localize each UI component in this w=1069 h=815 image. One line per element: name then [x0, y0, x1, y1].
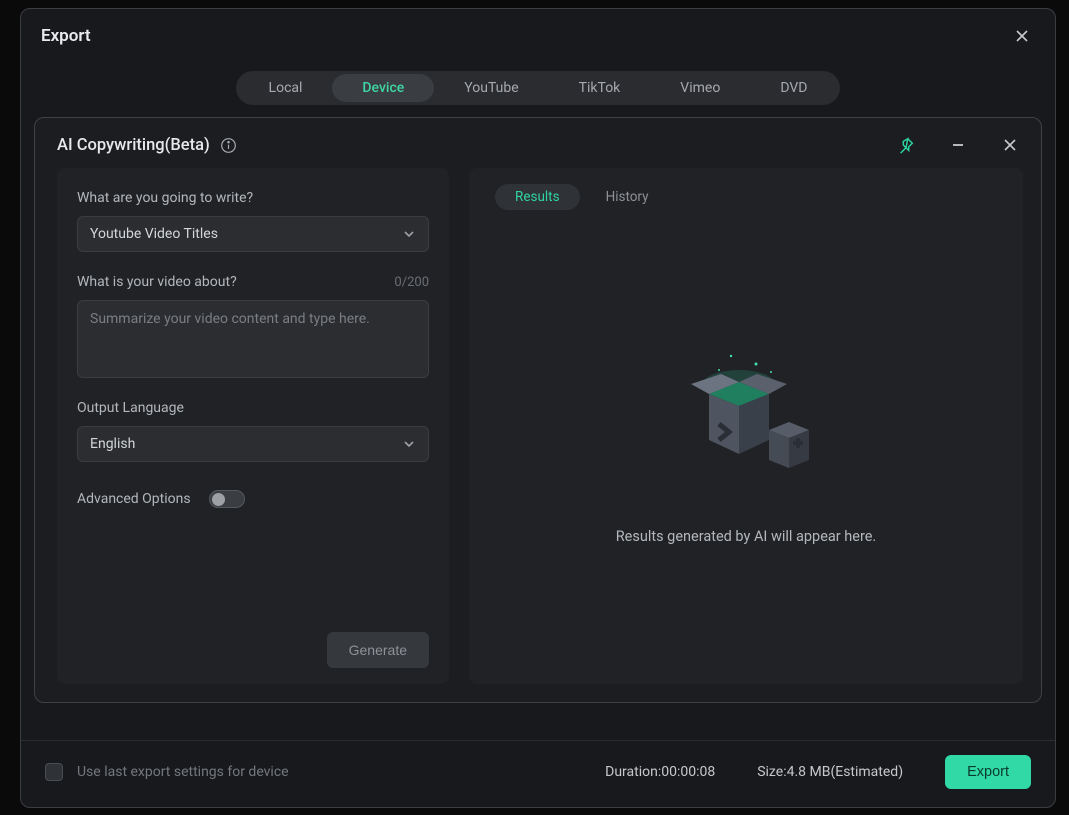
about-label-row: What is your video about? 0/200	[77, 274, 429, 300]
results-empty-text: Results generated by AI will appear here…	[616, 528, 877, 545]
generate-button[interactable]: Generate	[327, 632, 429, 668]
ai-copywriting-panel: AI Copywriting(Beta) What are you going …	[34, 117, 1042, 703]
advanced-label: Advanced Options	[77, 491, 191, 507]
size-label: Size:	[757, 764, 786, 780]
use-last-settings-checkbox[interactable]	[45, 763, 63, 781]
advanced-options-row: Advanced Options	[77, 490, 429, 508]
what-label: What are you going to write?	[77, 190, 429, 206]
results-empty-state: Results generated by AI will appear here…	[489, 210, 1003, 668]
language-select[interactable]: English	[77, 426, 429, 462]
duration-label: Duration:	[605, 764, 661, 780]
tab-dvd[interactable]: DVD	[750, 74, 837, 102]
lang-label: Output Language	[77, 400, 429, 416]
ai-header-actions	[893, 132, 1023, 158]
chevron-down-icon	[402, 227, 416, 241]
ai-title-text: AI Copywriting(Beta)	[57, 136, 210, 155]
minimize-icon	[950, 137, 966, 153]
ai-results-panel: Results History	[469, 168, 1023, 684]
export-tabs: Local Device YouTube TikTok Vimeo DVD	[21, 57, 1055, 113]
tab-youtube[interactable]: YouTube	[434, 74, 548, 102]
minimize-button[interactable]	[945, 132, 971, 158]
export-tabs-pill: Local Device YouTube TikTok Vimeo DVD	[236, 71, 841, 105]
export-modal: Export Local Device YouTube TikTok Vimeo…	[20, 8, 1056, 808]
tab-vimeo[interactable]: Vimeo	[650, 74, 750, 102]
tab-history[interactable]: History	[602, 184, 653, 210]
language-value: English	[90, 436, 135, 452]
empty-box-illustration	[661, 334, 831, 504]
size-value: 4.8 MB(Estimated)	[787, 764, 903, 780]
export-header: Export	[21, 9, 1055, 57]
chevron-down-icon	[402, 437, 416, 451]
open-box-icon	[661, 334, 831, 504]
info-icon[interactable]	[220, 137, 237, 154]
use-last-settings-label: Use last export settings for device	[77, 764, 289, 780]
write-type-select[interactable]: Youtube Video Titles	[77, 216, 429, 252]
ai-title-row: AI Copywriting(Beta)	[57, 136, 237, 155]
results-tabs: Results History	[489, 184, 1003, 210]
ai-body: What are you going to write? Youtube Vid…	[35, 168, 1041, 702]
export-footer: Use last export settings for device Dura…	[21, 740, 1055, 807]
ai-form: What are you going to write? Youtube Vid…	[57, 168, 449, 684]
close-ai-button[interactable]	[997, 132, 1023, 158]
tab-results[interactable]: Results	[495, 184, 580, 210]
export-title: Export	[41, 26, 91, 46]
duration-stat: Duration:00:00:08	[605, 764, 715, 780]
write-type-value: Youtube Video Titles	[90, 226, 218, 242]
size-stat: Size:4.8 MB(Estimated)	[757, 764, 903, 780]
close-export-button[interactable]	[1009, 23, 1035, 49]
about-counter: 0/200	[394, 275, 429, 290]
about-textarea[interactable]	[77, 300, 429, 378]
tab-tiktok[interactable]: TikTok	[549, 74, 651, 102]
about-label: What is your video about?	[77, 274, 237, 290]
advanced-toggle[interactable]	[209, 490, 245, 508]
close-icon	[1002, 137, 1018, 153]
ai-header: AI Copywriting(Beta)	[35, 118, 1041, 168]
duration-value: 00:00:08	[661, 764, 715, 780]
export-button[interactable]: Export	[945, 755, 1031, 789]
pin-icon	[897, 136, 915, 154]
tab-local[interactable]: Local	[239, 74, 333, 102]
close-icon	[1014, 28, 1030, 44]
tab-device[interactable]: Device	[332, 74, 434, 102]
pin-button[interactable]	[893, 132, 919, 158]
